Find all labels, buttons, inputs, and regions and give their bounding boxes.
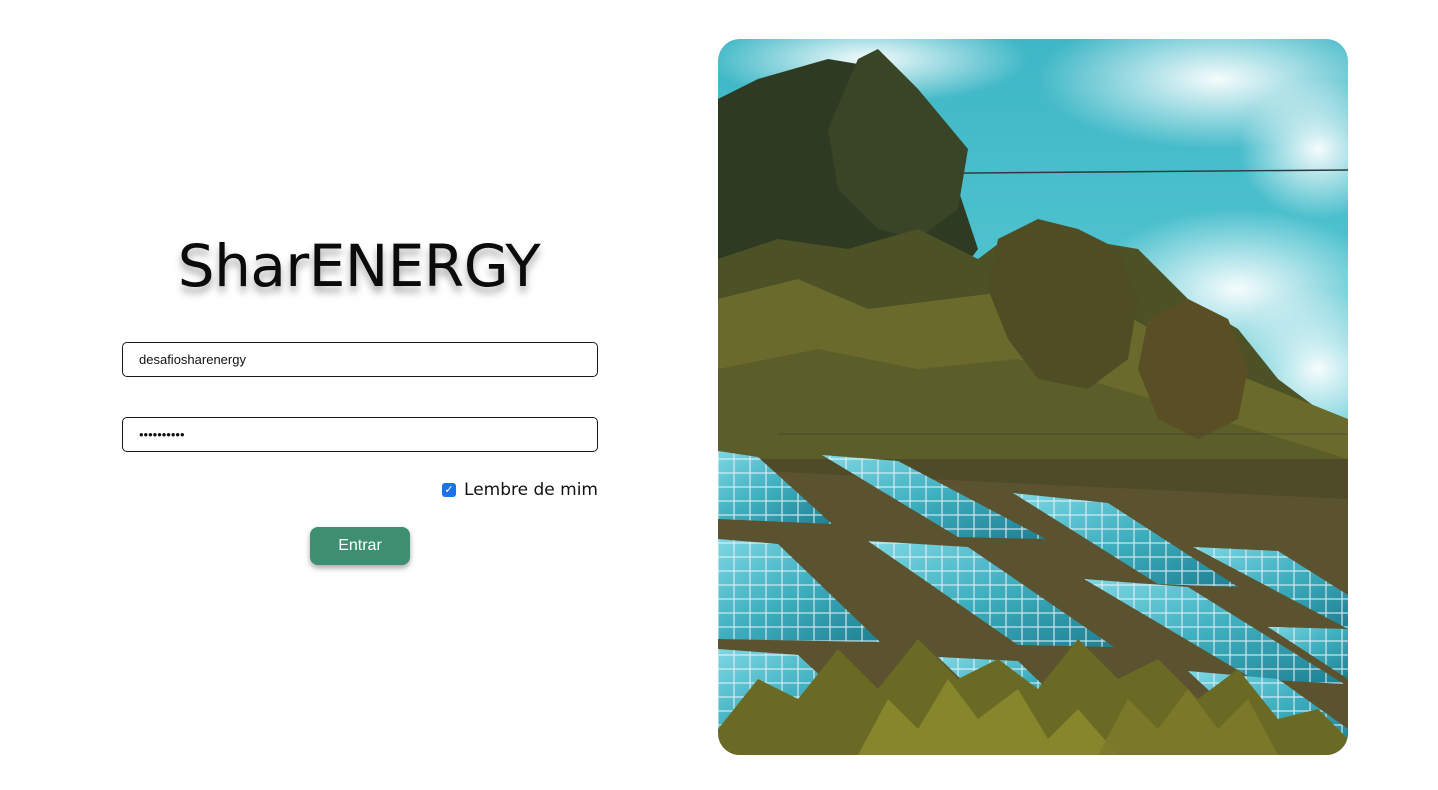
remember-me-label: Lembre de mim	[464, 480, 598, 500]
brand-title: SharENERGY	[177, 232, 541, 300]
remember-me-checkbox[interactable]: ✓	[442, 483, 457, 497]
password-input[interactable]	[122, 417, 598, 452]
solar-panels-image	[718, 39, 1348, 755]
username-input[interactable]	[122, 342, 598, 377]
login-panel: SharENERGY ✓ Lembre de mim Entrar	[0, 0, 718, 790]
remember-me[interactable]: ✓ Lembre de mim	[442, 478, 598, 502]
solar-panels-illustration	[718, 39, 1348, 755]
login-page: SharENERGY ✓ Lembre de mim Entrar	[0, 0, 1438, 790]
login-button[interactable]: Entrar	[310, 527, 410, 565]
